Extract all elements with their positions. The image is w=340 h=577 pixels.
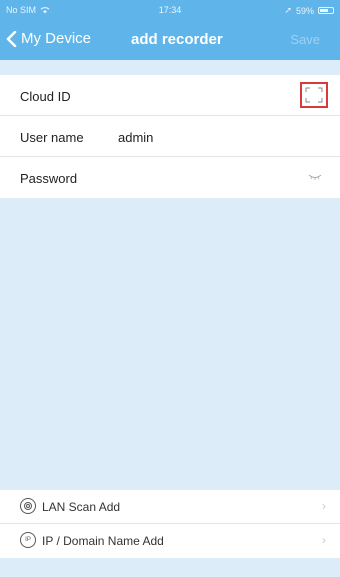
lan-scan-label: LAN Scan Add [42, 500, 121, 514]
ip-domain-add-item[interactable]: IP IP / Domain Name Add › [0, 524, 340, 558]
password-row[interactable]: Password [0, 157, 340, 198]
username-label: User name [20, 130, 84, 145]
page-title: add recorder [131, 31, 223, 48]
add-options-list: LAN Scan Add › IP IP / Domain Name Add › [0, 490, 340, 558]
ip-icon: IP [20, 532, 36, 548]
username-row[interactable]: User name admin [0, 116, 340, 157]
password-visibility-icon[interactable] [308, 174, 322, 180]
qr-scan-button[interactable] [300, 82, 328, 108]
chevron-right-icon: › [322, 533, 326, 547]
status-right: ➚ 59% [284, 5, 334, 16]
status-bar: No SIM 17:34 ➚ 59% [0, 0, 340, 20]
password-label: Password [20, 171, 78, 186]
battery-percent: 59% [295, 5, 314, 16]
chevron-right-icon: › [322, 499, 326, 513]
save-button[interactable]: Save [290, 32, 320, 47]
chevron-left-icon [6, 30, 17, 47]
navigation-bar: My Device add recorder Save [0, 20, 340, 60]
ip-domain-label: IP / Domain Name Add [42, 534, 164, 548]
device-form: Cloud ID User name admin Password [0, 75, 340, 198]
lan-scan-icon [20, 498, 36, 514]
battery-icon [318, 7, 334, 14]
lan-scan-add-item[interactable]: LAN Scan Add › [0, 490, 340, 524]
cloud-id-label: Cloud ID [20, 89, 71, 104]
scan-frame-icon [305, 87, 323, 103]
username-field[interactable]: admin [118, 130, 153, 145]
back-button[interactable]: My Device [6, 30, 91, 47]
cloud-id-row[interactable]: Cloud ID [0, 75, 340, 116]
back-label: My Device [21, 30, 92, 47]
location-icon: ➚ [284, 5, 292, 15]
